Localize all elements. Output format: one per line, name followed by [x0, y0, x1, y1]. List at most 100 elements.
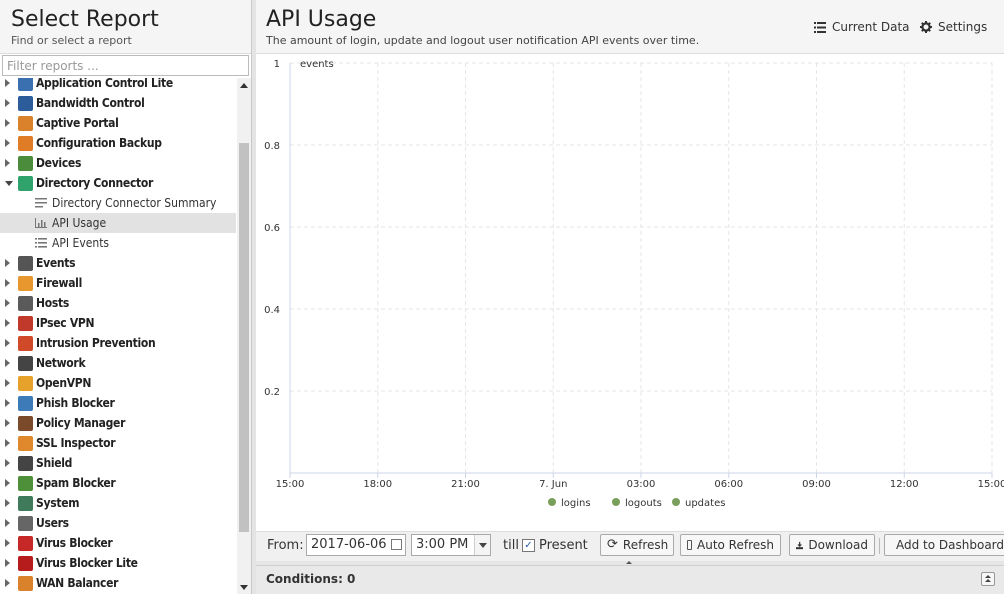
from-time-value: 3:00 PM — [416, 537, 469, 552]
report-tree-item-label: Spam Blocker — [36, 476, 116, 490]
report-tree-item-spam-blocker[interactable]: Spam Blocker — [0, 473, 236, 493]
expand-arrow-icon[interactable] — [5, 79, 10, 87]
report-tree-item-hosts[interactable]: Hosts — [0, 293, 236, 313]
settings-button[interactable]: Settings — [920, 20, 987, 34]
report-tree-item-virus-blocker[interactable]: Virus Blocker — [0, 533, 236, 553]
present-label[interactable]: Present — [539, 536, 588, 558]
report-tree-item-label: Application Control Lite — [36, 78, 173, 90]
system-icon — [18, 496, 33, 511]
expand-arrow-icon[interactable] — [5, 399, 10, 407]
download-button[interactable]: Download — [789, 534, 875, 556]
expand-arrow-icon[interactable] — [5, 439, 10, 447]
report-tree-scrollbar[interactable] — [237, 78, 251, 594]
report-tree-item-captive-portal[interactable]: Captive Portal — [0, 113, 236, 133]
report-tree-item-api-events[interactable]: API Events — [0, 233, 236, 253]
report-selector-subtitle: Find or select a report — [11, 34, 132, 47]
from-date-field[interactable]: 2017-06-06 — [306, 534, 406, 556]
report-tree-item-application-control-lite[interactable]: Application Control Lite — [0, 78, 236, 93]
report-tree-item-configuration-backup[interactable]: Configuration Backup — [0, 133, 236, 153]
expand-arrow-icon[interactable] — [5, 359, 10, 367]
x-tick-label: 12:00 — [890, 479, 919, 490]
report-tree-item-label: Events — [36, 256, 76, 270]
expand-arrow-icon[interactable] — [5, 479, 10, 487]
report-tree-item-api-usage[interactable]: API Usage — [0, 213, 236, 233]
from-time-field[interactable]: 3:00 PM — [411, 534, 491, 556]
add-to-dashboard-button[interactable]: Add to Dashboard — [884, 534, 1004, 556]
report-tree-item-bandwidth-control[interactable]: Bandwidth Control — [0, 93, 236, 113]
expand-arrow-icon[interactable] — [5, 379, 10, 387]
report-tree-item-openvpn[interactable]: OpenVPN — [0, 373, 236, 393]
report-tree-item-phish-blocker[interactable]: Phish Blocker — [0, 393, 236, 413]
report-tree-item-directory-connector[interactable]: Directory Connector — [0, 173, 236, 193]
expand-arrow-icon[interactable] — [5, 339, 10, 347]
expand-arrow-icon[interactable] — [5, 459, 10, 467]
users-icon — [18, 516, 33, 531]
calendar-icon[interactable] — [391, 539, 402, 550]
report-tree-item-devices[interactable]: Devices — [0, 153, 236, 173]
auto-refresh-button[interactable]: Auto Refresh — [680, 534, 781, 556]
report-tree-item-directory-connector-summary[interactable]: Directory Connector Summary — [0, 193, 236, 213]
report-tree-item-shield[interactable]: Shield — [0, 453, 236, 473]
report-tree-item-ssl-inspector[interactable]: SSL Inspector — [0, 433, 236, 453]
report-tree-item-label: Directory Connector Summary — [52, 196, 217, 210]
expand-arrow-icon[interactable] — [5, 159, 10, 167]
filter-reports-input[interactable] — [2, 55, 249, 76]
text-report-icon — [35, 198, 47, 208]
collapse-arrow-icon[interactable] — [5, 181, 13, 186]
present-checkbox[interactable]: ✓ — [522, 539, 535, 552]
y-tick-label: 0.6 — [264, 223, 280, 234]
x-tick-label: 21:00 — [451, 479, 480, 490]
report-tree-item-firewall[interactable]: Firewall — [0, 273, 236, 293]
current-data-button[interactable]: Current Data — [814, 20, 910, 34]
report-tree-item-label: API Events — [52, 236, 110, 250]
policy-manager-icon — [18, 416, 33, 431]
expand-arrow-icon[interactable] — [5, 259, 10, 267]
report-tree-item-users[interactable]: Users — [0, 513, 236, 533]
report-tree-item-policy-manager[interactable]: Policy Manager — [0, 413, 236, 433]
report-tree-item-label: Configuration Backup — [36, 136, 162, 150]
from-date-value: 2017-06-06 — [311, 537, 387, 552]
shield-icon — [18, 456, 33, 471]
spam-blocker-icon — [18, 476, 33, 491]
report-tree-item-label: Network — [36, 356, 86, 370]
current-data-label: Current Data — [832, 20, 910, 34]
ssl-inspector-icon — [18, 436, 33, 451]
scrollbar-thumb[interactable] — [239, 143, 249, 532]
report-tree-item-label: Phish Blocker — [36, 396, 115, 410]
chevron-down-icon[interactable] — [474, 535, 490, 555]
y-tick-label: 0.8 — [264, 141, 280, 152]
toolbar-separator — [879, 538, 880, 554]
report-tree-item-events[interactable]: Events — [0, 253, 236, 273]
expand-arrow-icon[interactable] — [5, 419, 10, 427]
expand-arrow-icon[interactable] — [5, 99, 10, 107]
configuration-backup-icon — [18, 136, 33, 151]
expand-arrow-icon[interactable] — [5, 139, 10, 147]
report-tree-item-system[interactable]: System — [0, 493, 236, 513]
scroll-down-icon[interactable] — [240, 585, 248, 590]
expand-arrow-icon[interactable] — [5, 119, 10, 127]
expand-arrow-icon[interactable] — [5, 499, 10, 507]
report-tree-item-intrusion-prevention[interactable]: Intrusion Prevention — [0, 333, 236, 353]
report-tree-item-network[interactable]: Network — [0, 353, 236, 373]
refresh-button[interactable]: ⟳ Refresh — [600, 534, 674, 556]
scroll-up-icon[interactable] — [240, 83, 248, 88]
expand-conditions-icon[interactable] — [981, 572, 995, 586]
expand-arrow-icon[interactable] — [5, 299, 10, 307]
report-tree-item-wan-balancer[interactable]: WAN Balancer — [0, 573, 236, 593]
report-tree-item-label: Policy Manager — [36, 416, 126, 430]
add-to-dashboard-label: Add to Dashboard — [896, 538, 1004, 552]
report-tree-item-label: Virus Blocker Lite — [36, 556, 138, 570]
expand-arrow-icon[interactable] — [5, 519, 10, 527]
wan-balancer-icon — [18, 576, 33, 591]
report-tree-item-ipsec-vpn[interactable]: IPsec VPN — [0, 313, 236, 333]
expand-arrow-icon[interactable] — [5, 579, 10, 587]
report-tree-item-label: Virus Blocker — [36, 536, 113, 550]
report-description: The amount of login, update and logout u… — [266, 34, 700, 47]
expand-arrow-icon[interactable] — [5, 539, 10, 547]
report-tree-item-virus-blocker-lite[interactable]: Virus Blocker Lite — [0, 553, 236, 573]
expand-arrow-icon[interactable] — [5, 559, 10, 567]
expand-arrow-icon[interactable] — [5, 319, 10, 327]
expand-arrow-icon[interactable] — [5, 279, 10, 287]
download-icon — [796, 541, 804, 549]
x-tick-label: 7. Jun — [539, 479, 567, 490]
